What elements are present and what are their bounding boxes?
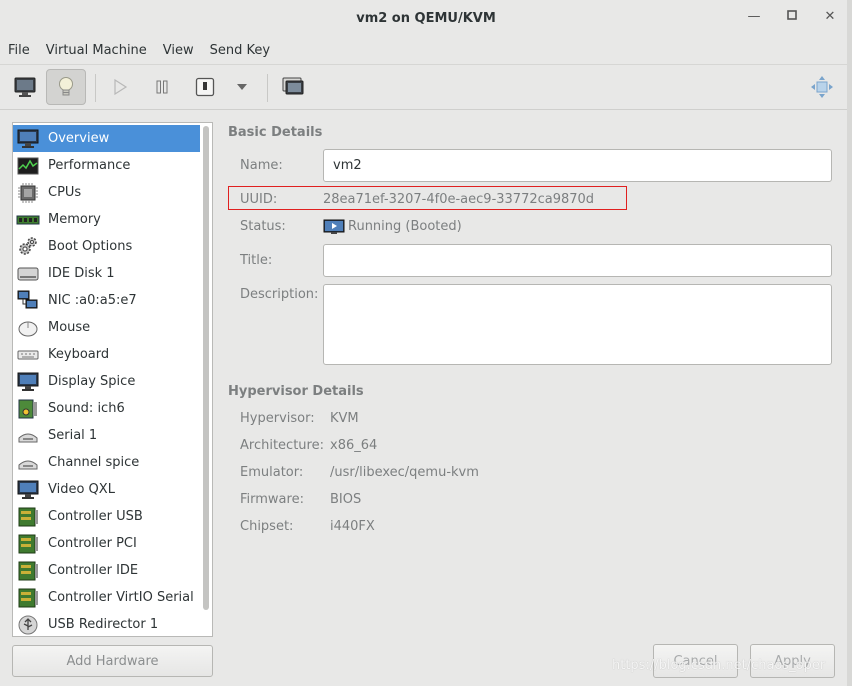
toolbar <box>0 66 852 110</box>
details-view-button[interactable] <box>46 69 86 105</box>
snapshots-icon <box>282 77 304 95</box>
sidebar-item-overview[interactable]: Overview <box>13 125 200 152</box>
window-controls: — ✕ <box>746 8 838 26</box>
chipset-label: Chipset: <box>240 519 294 534</box>
shutdown-menu-button[interactable] <box>222 69 262 105</box>
hypervisor-details-heading: Hypervisor Details <box>228 384 364 399</box>
monitor-icon <box>16 128 40 150</box>
title-field[interactable] <box>323 244 832 277</box>
maximize-icon[interactable] <box>784 8 800 26</box>
minimize-icon[interactable]: — <box>746 8 762 26</box>
sound-card-icon <box>16 398 40 420</box>
uuid-label: UUID: <box>240 192 278 207</box>
display-icon <box>16 371 40 393</box>
usb-icon <box>16 614 40 636</box>
name-label: Name: <box>240 158 283 173</box>
sidebar-item-memory[interactable]: Memory <box>13 206 200 233</box>
watermark-text: https://blog.csdn.net/chaos_oper <box>612 658 826 673</box>
window-title: vm2 on QEMU/KVM <box>356 10 496 26</box>
fullscreen-button[interactable] <box>802 69 842 105</box>
emulator-value: /usr/libexec/qemu-kvm <box>330 465 479 480</box>
architecture-label: Architecture: <box>240 438 324 453</box>
add-hardware-button[interactable]: Add Hardware <box>12 645 213 677</box>
sidebar-scrollbar[interactable] <box>203 126 209 610</box>
basic-details-heading: Basic Details <box>228 125 323 140</box>
performance-icon <box>16 155 40 177</box>
controller-icon <box>16 533 40 555</box>
menu-bar: File Virtual Machine View Send Key <box>0 37 852 65</box>
running-status-icon <box>323 219 345 234</box>
sidebar-item-boot-options[interactable]: Boot Options <box>13 233 200 260</box>
sidebar-item-serial-1[interactable]: Serial 1 <box>13 422 200 449</box>
title-label: Title: <box>240 253 273 268</box>
disk-icon <box>16 263 40 285</box>
shutdown-button[interactable] <box>185 69 225 105</box>
sidebar-item-video-qxl[interactable]: Video QXL <box>13 476 200 503</box>
description-label: Description: <box>240 287 319 302</box>
memory-icon <box>16 209 40 231</box>
sidebar-item-usb-redirector-1[interactable]: USB Redirector 1 <box>13 611 200 636</box>
firmware-value: BIOS <box>330 492 362 507</box>
chipset-value: i440FX <box>330 519 375 534</box>
firmware-label: Firmware: <box>240 492 304 507</box>
sidebar-item-channel-spice[interactable]: Channel spice <box>13 449 200 476</box>
shutdown-menu-icon <box>237 84 247 90</box>
sidebar-item-mouse[interactable]: Mouse <box>13 314 200 341</box>
sidebar-item-controller-pci[interactable]: Controller PCI <box>13 530 200 557</box>
sidebar-item-controller-usb[interactable]: Controller USB <box>13 503 200 530</box>
keyboard-icon <box>16 344 40 366</box>
hypervisor-label: Hypervisor: <box>240 411 315 426</box>
controller-icon <box>16 506 40 528</box>
menu-file[interactable]: File <box>8 43 38 58</box>
controller-icon <box>16 587 40 609</box>
run-icon <box>114 79 128 95</box>
shutdown-icon <box>195 77 215 97</box>
architecture-value: x86_64 <box>330 438 378 453</box>
console-view-icon <box>14 77 36 97</box>
window-edge <box>847 0 852 686</box>
uuid-value: 28ea71ef-3207-4f0e-aec9-33772ca9870d <box>323 192 595 207</box>
run-button[interactable] <box>100 69 140 105</box>
sidebar-item-cpus[interactable]: CPUs <box>13 179 200 206</box>
sidebar-item-ide-disk-1[interactable]: IDE Disk 1 <box>13 260 200 287</box>
name-field[interactable]: vm2 <box>323 149 832 182</box>
description-field[interactable] <box>323 284 832 365</box>
network-icon <box>16 290 40 312</box>
hardware-list: Overview Performance CPUs Memory Boot Op… <box>12 122 213 637</box>
fullscreen-icon <box>811 76 833 98</box>
console-view-button[interactable] <box>5 69 45 105</box>
channel-icon <box>16 452 40 474</box>
snapshots-button[interactable] <box>273 69 313 105</box>
sidebar-item-nic[interactable]: NIC :a0:a5:e7 <box>13 287 200 314</box>
mouse-icon <box>16 317 40 339</box>
details-view-icon <box>59 77 73 96</box>
hypervisor-value: KVM <box>330 411 359 426</box>
video-icon <box>16 479 40 501</box>
title-bar: vm2 on QEMU/KVM — ✕ <box>0 0 852 36</box>
toolbar-separator <box>95 74 96 102</box>
pause-button[interactable] <box>142 69 182 105</box>
sidebar-item-controller-virtio-serial[interactable]: Controller VirtIO Serial <box>13 584 200 611</box>
menu-send-key[interactable]: Send Key <box>210 43 278 58</box>
gears-icon <box>16 236 40 258</box>
name-field-value: vm2 <box>333 158 362 173</box>
controller-icon <box>16 560 40 582</box>
menu-view[interactable]: View <box>163 43 202 58</box>
menu-virtual-machine[interactable]: Virtual Machine <box>46 43 155 58</box>
status-value: Running (Booted) <box>348 219 462 234</box>
status-label: Status: <box>240 219 286 234</box>
sidebar-item-keyboard[interactable]: Keyboard <box>13 341 200 368</box>
sidebar-item-sound[interactable]: Sound: ich6 <box>13 395 200 422</box>
emulator-label: Emulator: <box>240 465 304 480</box>
toolbar-separator <box>267 74 268 102</box>
cpu-icon <box>16 182 40 204</box>
serial-icon <box>16 425 40 447</box>
sidebar-item-performance[interactable]: Performance <box>13 152 200 179</box>
sidebar-item-controller-ide[interactable]: Controller IDE <box>13 557 200 584</box>
sidebar-item-display-spice[interactable]: Display Spice <box>13 368 200 395</box>
close-icon[interactable]: ✕ <box>822 8 838 26</box>
pause-icon <box>156 80 168 94</box>
